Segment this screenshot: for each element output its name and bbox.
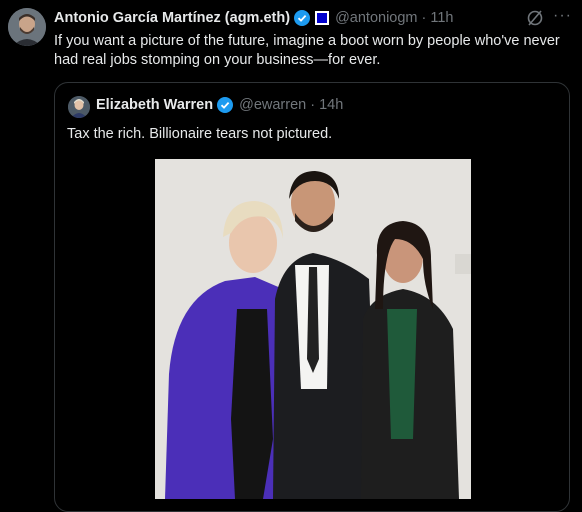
- quoted-author-name[interactable]: Elizabeth Warren: [96, 97, 213, 113]
- author-handle[interactable]: @antoniogm: [335, 10, 417, 26]
- quoted-author-avatar[interactable]: [68, 96, 90, 118]
- verified-badge-icon: [217, 97, 234, 113]
- quoted-timestamp[interactable]: 14h: [319, 97, 343, 113]
- quoted-tweet-header: Elizabeth Warren @ewarren · 14h: [96, 97, 343, 113]
- verified-badge-icon: [294, 10, 311, 26]
- grok-icon[interactable]: [526, 9, 544, 27]
- more-icon[interactable]: ···: [553, 8, 573, 27]
- timestamp[interactable]: 11h: [430, 10, 453, 26]
- quoted-tweet-photo[interactable]: [155, 159, 471, 499]
- tweet-text: If you want a picture of the future, ima…: [54, 33, 560, 68]
- separator: ·: [310, 97, 316, 113]
- separator: ·: [421, 10, 427, 26]
- affiliate-badge-icon[interactable]: [315, 11, 330, 25]
- tweet[interactable]: Antonio García Martínez (agm.eth) @anton…: [0, 0, 582, 512]
- tweet-header: Antonio García Martínez (agm.eth) @anton…: [54, 8, 453, 28]
- author-avatar[interactable]: [8, 8, 46, 46]
- quoted-tweet[interactable]: Elizabeth Warren @ewarren · 14h Tax the …: [54, 82, 570, 512]
- author-name[interactable]: Antonio García Martínez (agm.eth): [54, 10, 290, 26]
- quoted-author-handle[interactable]: @ewarren: [239, 97, 306, 113]
- photo-illustration: [155, 159, 471, 499]
- quoted-tweet-text: Tax the rich. Billionaire tears not pict…: [67, 126, 333, 142]
